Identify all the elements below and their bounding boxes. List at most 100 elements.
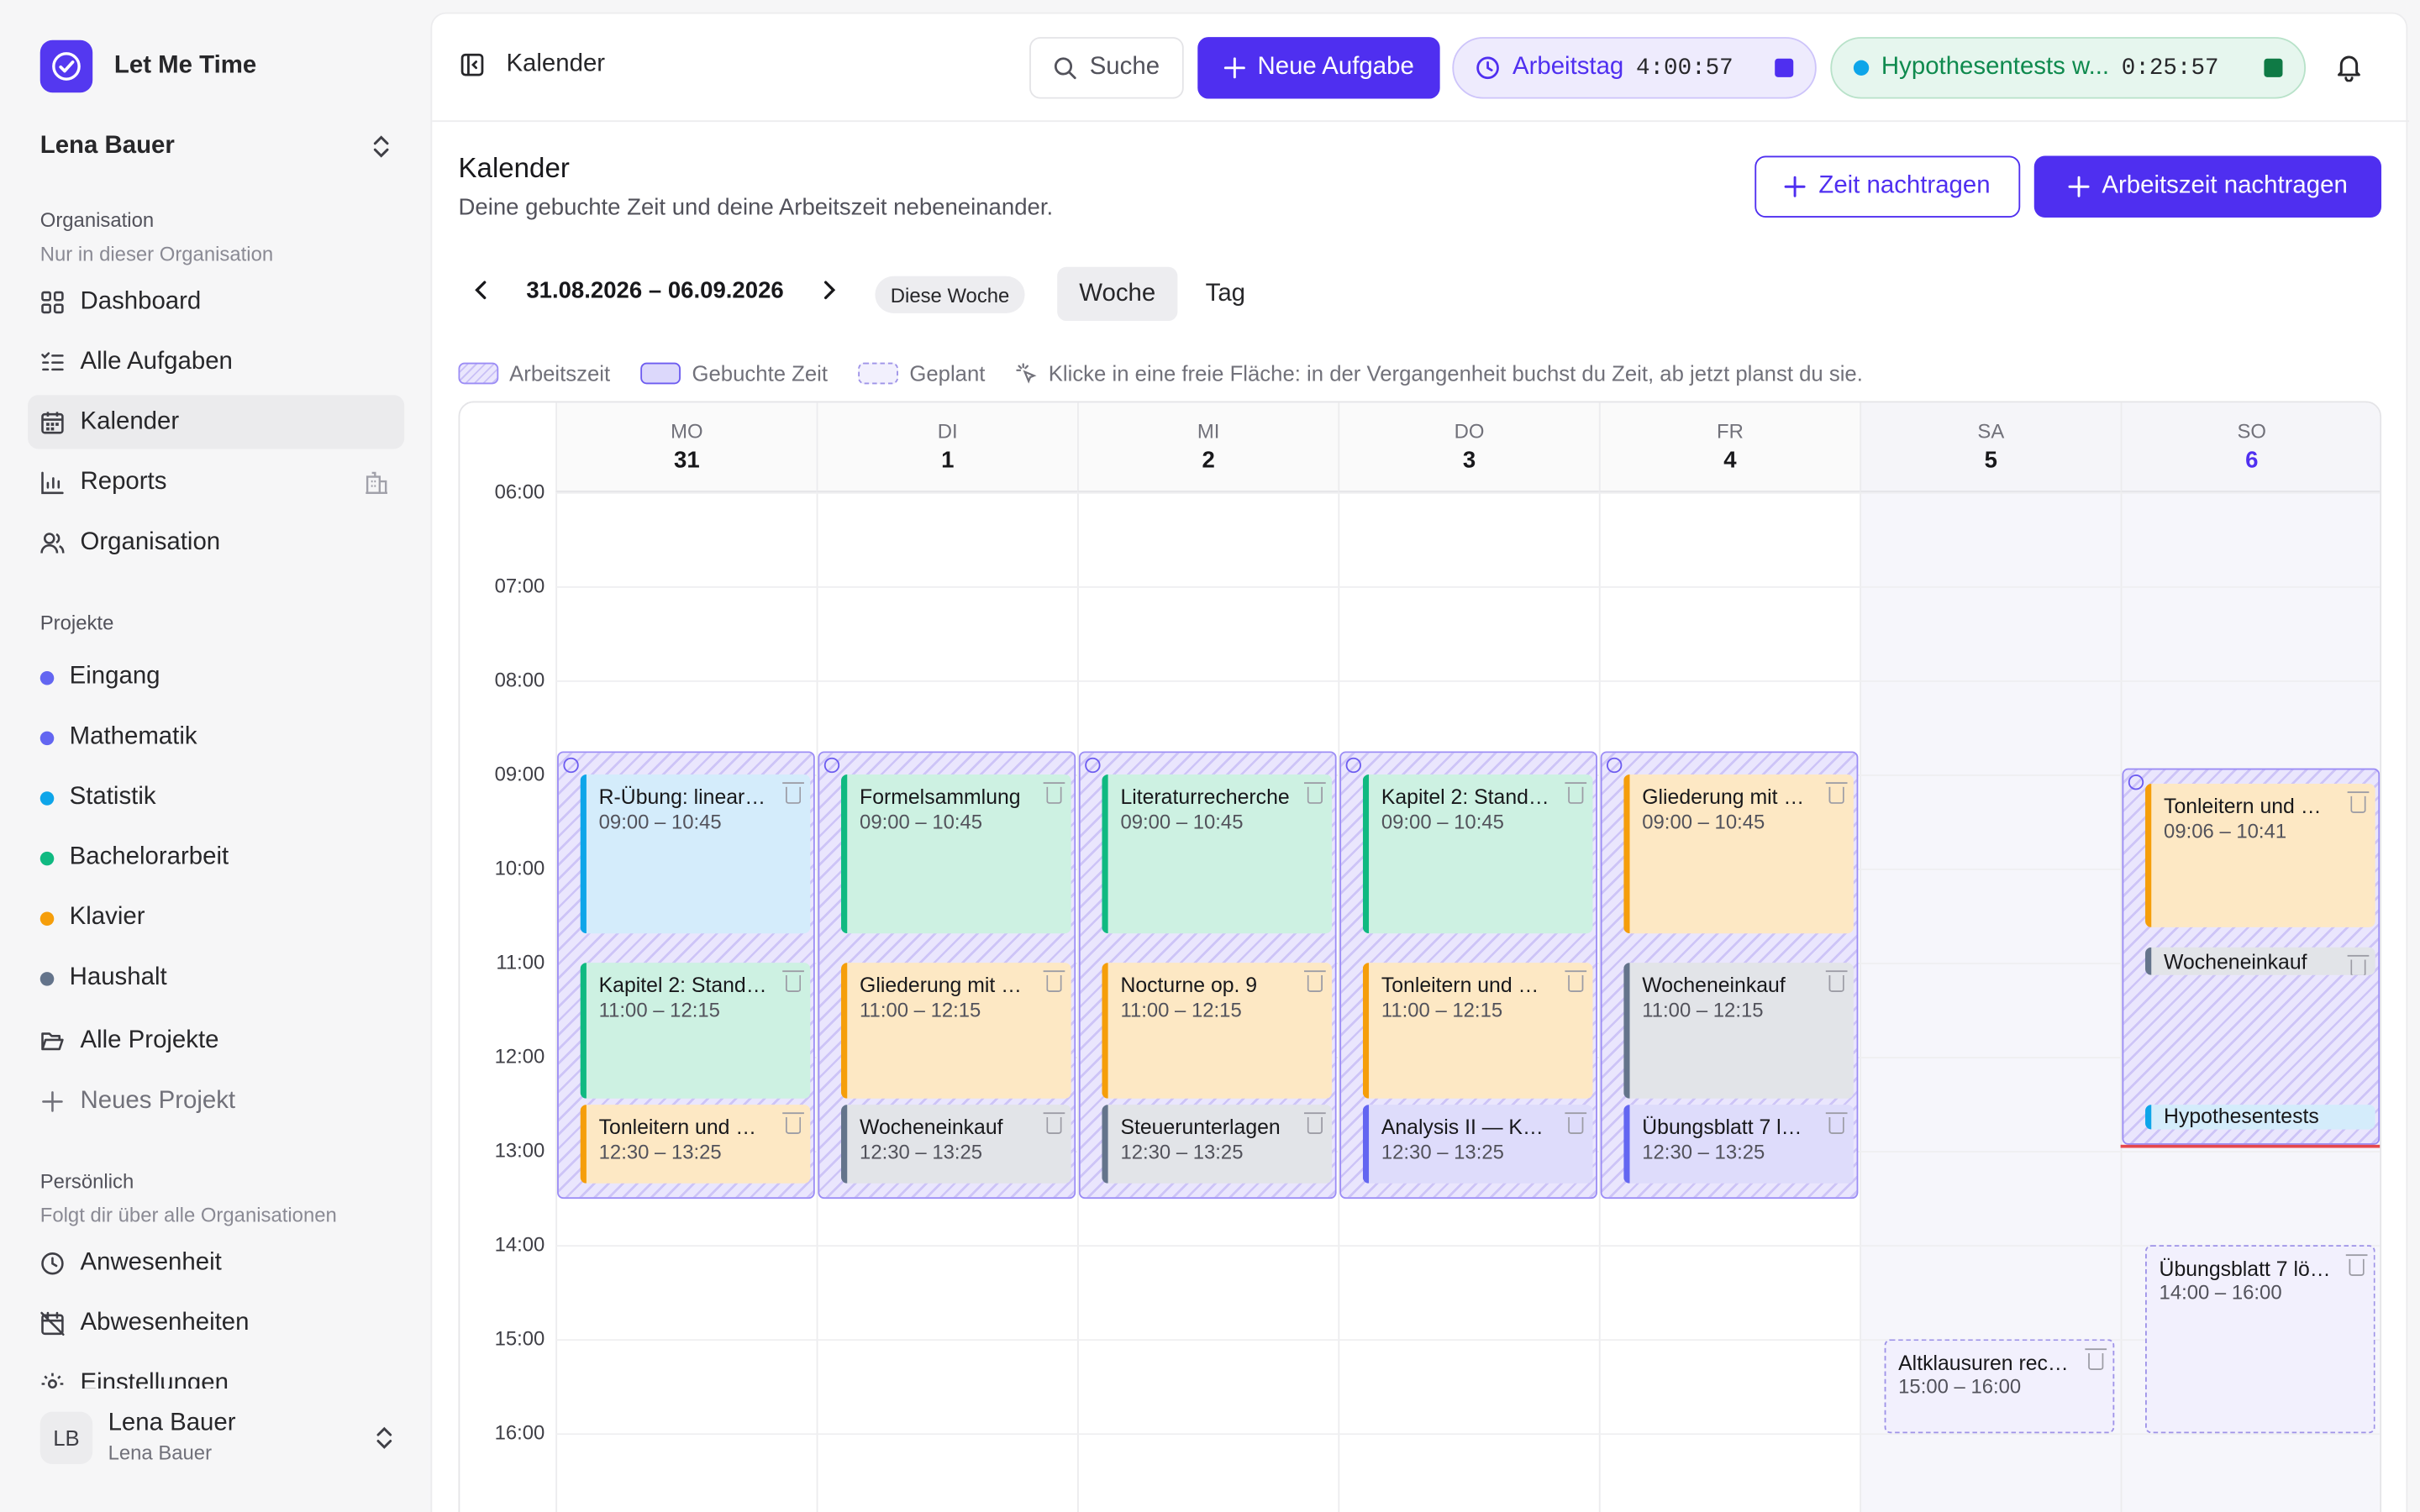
trash-icon[interactable] [1825,1111,1848,1134]
booked-event[interactable]: Formelsammlung 09:00 – 10:45 [841,774,1071,933]
day-header: SA 5 [1860,402,2121,492]
hour-label: 16:00 [494,1420,545,1445]
booked-event[interactable]: Übungsblatt 7 lösen 12:30 – 13:25 [1623,1104,1854,1184]
nav-reports[interactable]: Reports [28,455,404,509]
planned-event[interactable]: Übungsblatt 7 lösen 14:00 – 16:00 [2145,1245,2375,1434]
booked-event[interactable]: Hypothesentests [2145,1104,2375,1130]
trash-icon[interactable] [1565,1111,1587,1134]
project-statistik[interactable]: Statistik [39,784,156,811]
event-title: Analysis II — Kapitel [1381,1115,1573,1138]
nav-label: Reports [80,468,167,495]
account-menu[interactable]: LB Lena Bauer Lena Bauer [39,1410,395,1464]
event-title: Tonleitern und Etüden [598,1115,798,1138]
booked-event[interactable]: Wocheneinkauf 12:30 – 13:25 [841,1104,1071,1184]
trash-icon[interactable] [1825,782,1848,804]
booked-event[interactable]: Steuerunterlagen 12:30 – 13:25 [1102,1104,1333,1184]
project-eingang[interactable]: Eingang [39,663,160,691]
project-label: Eingang [69,663,160,690]
trash-icon[interactable] [2345,1254,2368,1276]
add-time-button[interactable]: Zeit nachtragen [1754,155,2021,218]
stop-icon[interactable] [2264,58,2283,77]
hour-gridline [555,585,2381,588]
search-button[interactable]: Suche [1029,37,1184,99]
trash-icon[interactable] [1565,782,1587,804]
nav-absences[interactable]: Abwesenheiten [28,1296,404,1350]
new-project-button[interactable]: Neues Projekt [28,1074,404,1127]
project-klavier[interactable]: Klavier [39,904,145,932]
booked-event[interactable]: Kapitel 2: Stand der Forschung09:00 – 10… [1362,774,1593,933]
event-time: 09:00 – 10:45 [598,810,722,833]
booked-event[interactable]: Analysis II — Kapitel 12:30 – 13:25 [1362,1104,1593,1184]
event-time: 09:00 – 10:45 [1642,810,1765,833]
booked-event[interactable]: Tonleitern und Etüden 11:00 – 12:15 [1362,963,1593,1098]
new-task-button[interactable]: Neue Aufgabe [1197,37,1440,99]
add-worktime-button[interactable]: Arbeitszeit nachtragen [2033,155,2382,218]
trash-icon[interactable] [1043,970,1065,992]
sidebar-toggle-icon[interactable] [460,52,484,76]
clock-icon [1476,56,1499,80]
trash-icon[interactable] [2347,791,2370,814]
trash-icon[interactable] [1304,970,1326,992]
event-title: Kapitel 2: Stand der Forschung [1381,785,1581,809]
booked-event[interactable]: Tonleitern und Etüden 12:30 – 13:25 [580,1104,811,1184]
chevron-left-icon[interactable] [458,267,504,313]
bell-icon[interactable] [2333,51,2365,82]
booked-event[interactable]: Tonleitern und Etüden 09:06 – 10:41 [2145,784,2375,927]
day-name: MO [671,419,703,444]
event-title: Tonleitern und Etüden [1381,973,1581,997]
booked-event[interactable]: Gliederung mit Betreuer 11:00 – 12:15 [841,963,1071,1098]
trash-icon[interactable] [2085,1348,2107,1370]
planned-event[interactable]: Altklausuren rechnen 15:00 – 16:00 [1884,1339,2115,1434]
week-navigation: 31.08.2026 – 06.09.2026 [458,267,851,313]
legend-planned-label: Geplant [909,360,986,386]
hour-label: 13:00 [494,1138,545,1163]
booked-event[interactable]: Literaturrecherche 09:00 – 10:45 [1102,774,1333,933]
booked-event[interactable]: Wocheneinkauf [2145,947,2375,976]
hour-label: 10:00 [494,856,545,879]
trash-icon[interactable] [1043,1111,1065,1134]
chevron-right-icon[interactable] [805,267,851,313]
booked-event[interactable]: Wocheneinkauf 11:00 – 12:15 [1623,963,1854,1098]
trash-icon[interactable] [1304,782,1326,804]
workday-timer[interactable]: Arbeitstag 4:00:57 [1452,37,1817,99]
booked-event[interactable]: Kapitel 2: Stand der Forschung11:00 – 12… [580,963,811,1098]
task-timer[interactable]: Hypothesentests w... 0:25:57 [1830,37,2307,99]
project-mathematik[interactable]: Mathematik [39,723,197,751]
trash-icon[interactable] [2347,954,2370,976]
clock-icon [823,757,840,773]
day-header: MO 31 [555,402,817,492]
trash-icon[interactable] [1825,970,1848,992]
brand[interactable]: Let Me Time [39,39,256,93]
nav-dashboard[interactable]: Dashboard [28,275,404,328]
view-week-tab[interactable]: Woche [1057,266,1178,322]
project-bachelorarbeit[interactable]: Bachelorarbeit [39,843,229,872]
day-header: MI 2 [1077,402,1339,492]
nav-organisation[interactable]: Organisation [28,515,404,569]
view-day-tab[interactable]: Tag [1188,267,1262,321]
trash-icon[interactable] [782,970,804,992]
nav-calendar[interactable]: Kalender [28,395,405,449]
nav-attendance[interactable]: Anwesenheit [28,1236,404,1289]
booked-event[interactable]: Gliederung mit Betreuer 09:00 – 10:45 [1623,774,1854,933]
project-haushalt[interactable]: Haushalt [39,964,167,992]
trash-icon[interactable] [1565,970,1587,992]
this-week-button[interactable]: Diese Woche [875,276,1025,313]
nav-all-tasks[interactable]: Alle Aufgaben [28,335,404,389]
section-org-subtitle: Nur in dieser Organisation [39,242,274,265]
project-label: Bachelorarbeit [69,843,229,870]
trash-icon[interactable] [782,1111,804,1134]
trash-icon[interactable] [1304,1111,1326,1134]
booked-event[interactable]: Nocturne op. 9 11:00 – 12:15 [1102,963,1333,1098]
event-title: Formelsammlung [860,785,1021,809]
booked-event[interactable]: R-Übung: lineare Regression09:00 – 10:45 [580,774,811,933]
nav-all-projects[interactable]: Alle Projekte [28,1014,404,1068]
project-color-dot [39,790,55,805]
nav-label: Anwesenheit [80,1248,222,1276]
trash-icon[interactable] [782,782,804,804]
app-root: Let Me Time Lena Bauer Organisation Nur … [0,0,2420,1512]
org-user-switcher[interactable]: Lena Bauer [40,133,392,160]
stop-icon[interactable] [1775,58,1794,77]
trash-icon[interactable] [1043,782,1065,804]
add-time-label: Zeit nachtragen [1818,172,1991,199]
legend-worktime: Arbeitszeit [458,361,610,386]
